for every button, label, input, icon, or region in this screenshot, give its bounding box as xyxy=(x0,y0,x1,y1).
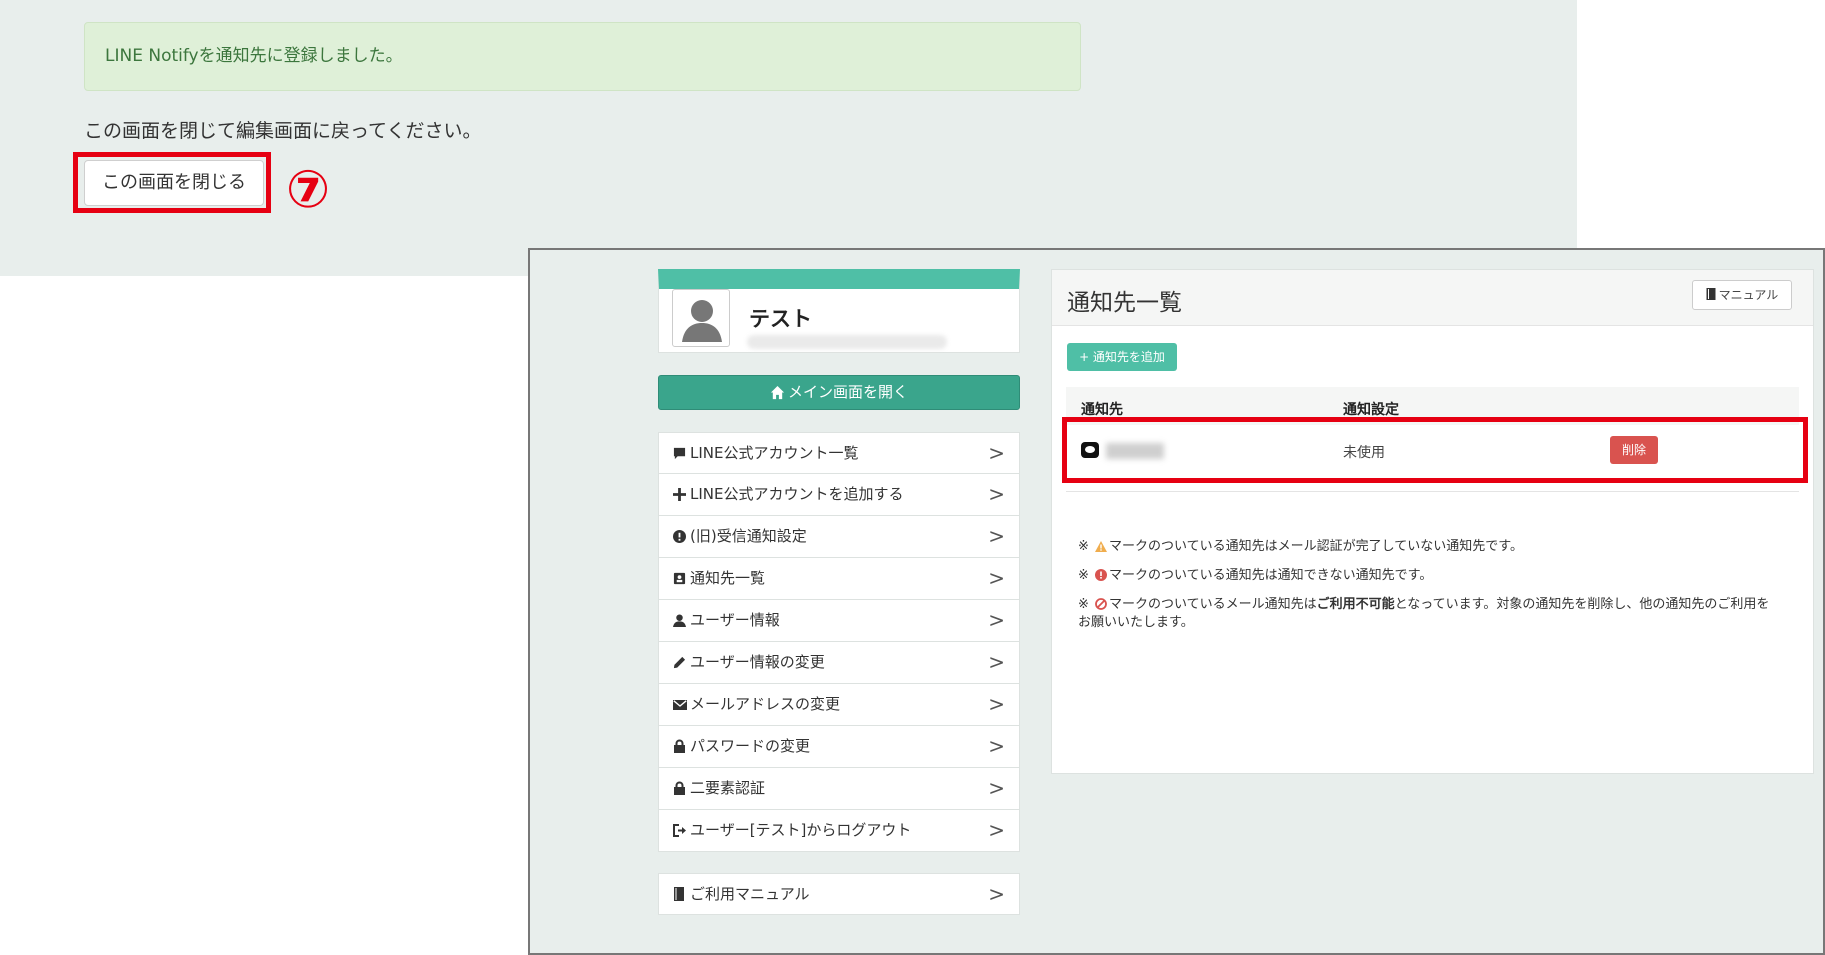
lock-icon xyxy=(673,728,690,769)
menu-item-label: 二要素認証 xyxy=(690,779,766,797)
menu-item-label: メールアドレスの変更 xyxy=(690,695,841,713)
success-alert: LINE Notifyを通知先に登録しました。 xyxy=(84,22,1081,91)
address-card-icon xyxy=(673,560,690,601)
note-unverified: ※ マークのついている通知先はメール認証が完了していない通知先です。 xyxy=(1078,539,1523,554)
chevron-right-icon: > xyxy=(988,566,1005,590)
menu-item-label: LINE公式アカウント一覧 xyxy=(690,444,859,462)
step-marker: ⑦ xyxy=(286,160,331,220)
sidebar-menu: LINE公式アカウント一覧 > LINE公式アカウントを追加する > (旧)受信通知… xyxy=(658,432,1020,852)
panel-header: 通知先一覧 マニュアル xyxy=(1052,270,1813,326)
chat-icon xyxy=(673,435,690,476)
registration-complete-panel: LINE Notifyを通知先に登録しました。 この画面を閉じて編集画面に戻って… xyxy=(0,0,1577,276)
pencil-icon xyxy=(673,644,690,685)
logout-icon xyxy=(673,812,690,853)
chevron-right-icon: > xyxy=(988,776,1005,800)
profile-card: テスト xyxy=(658,269,1020,353)
note-unavailable: ※ マークのついているメール通知先はご利用不可能となっています。対象の通知先を削… xyxy=(1078,597,1770,630)
column-header-destination: 通知先 xyxy=(1081,402,1123,418)
chevron-right-icon: > xyxy=(988,482,1005,506)
profile-id-blurred xyxy=(747,335,947,349)
add-notification-button[interactable]: + 通知先を追加 xyxy=(1067,343,1177,371)
user-avatar-icon xyxy=(682,300,722,342)
envelope-icon xyxy=(673,686,690,727)
user-manual-link[interactable]: ご利用マニュアル > xyxy=(658,873,1020,915)
chevron-right-icon: > xyxy=(988,692,1005,716)
menu-item-line-accounts[interactable]: LINE公式アカウント一覧 > xyxy=(658,432,1020,474)
menu-item-add-line-account[interactable]: LINE公式アカウントを追加する > xyxy=(658,474,1020,516)
manual-button-label: マニュアル xyxy=(1718,288,1779,302)
menu-item-label: パスワードの変更 xyxy=(690,737,811,755)
notes: ※ マークのついている通知先はメール認証が完了していない通知先です。 ※ マーク… xyxy=(1078,538,1778,643)
avatar xyxy=(672,289,730,347)
manual-button[interactable]: マニュアル xyxy=(1692,280,1792,310)
home-icon xyxy=(770,385,785,400)
menu-item-label: ユーザー情報の変更 xyxy=(690,653,825,671)
notification-list-panel: 通知先一覧 マニュアル + 通知先を追加 通知先 通知設定 未使用 削除 ※ マ… xyxy=(1051,269,1814,774)
chevron-right-icon: > xyxy=(988,441,1005,465)
close-window-button[interactable]: この画面を閉じる xyxy=(84,160,264,206)
lock-icon xyxy=(673,770,690,811)
chevron-right-icon: > xyxy=(988,608,1005,632)
menu-item-change-email[interactable]: メールアドレスの変更 > xyxy=(658,684,1020,726)
menu-item-label: LINE公式アカウントを追加する xyxy=(690,485,904,503)
note-unreachable: ※ マークのついている通知先は通知できない通知先です。 xyxy=(1078,568,1433,583)
open-main-screen-button[interactable]: メイン画面を開く xyxy=(658,375,1020,410)
table-divider xyxy=(1066,491,1799,492)
warning-triangle-icon xyxy=(1095,541,1108,552)
instruction-text: この画面を閉じて編集画面に戻ってください。 xyxy=(84,120,482,142)
profile-name: テスト xyxy=(749,307,812,331)
highlight-frame-row xyxy=(1062,417,1808,483)
menu-item-notification-list[interactable]: 通知先一覧 > xyxy=(658,558,1020,600)
book-icon xyxy=(673,876,690,916)
chevron-right-icon: > xyxy=(988,818,1005,842)
menu-item-edit-user-info[interactable]: ユーザー情報の変更 > xyxy=(658,642,1020,684)
alert-circle-icon xyxy=(673,518,690,559)
error-circle-icon xyxy=(1095,569,1108,581)
plus-icon xyxy=(673,476,690,517)
menu-item-two-factor-auth[interactable]: 二要素認証 > xyxy=(658,768,1020,810)
chevron-right-icon: > xyxy=(988,882,1005,906)
chevron-right-icon: > xyxy=(988,524,1005,548)
user-manual-label: ご利用マニュアル xyxy=(690,885,810,903)
user-icon xyxy=(673,602,690,643)
menu-item-label: (旧)受信通知設定 xyxy=(690,527,807,545)
open-main-screen-label: メイン画面を開く xyxy=(787,383,908,401)
menu-item-label: ユーザー[テスト]からログアウト xyxy=(690,821,912,839)
menu-item-user-info[interactable]: ユーザー情報 > xyxy=(658,600,1020,642)
page-title: 通知先一覧 xyxy=(1067,290,1182,316)
notification-list-screen: テスト メイン画面を開く LINE公式アカウント一覧 > LINE公式アカウントを… xyxy=(528,248,1825,955)
menu-item-change-password[interactable]: パスワードの変更 > xyxy=(658,726,1020,768)
column-header-setting: 通知設定 xyxy=(1343,402,1399,418)
menu-item-label: ユーザー情報 xyxy=(690,611,780,629)
chevron-right-icon: > xyxy=(988,650,1005,674)
prohibited-icon xyxy=(1095,598,1107,610)
menu-item-old-receive-settings[interactable]: (旧)受信通知設定 > xyxy=(658,516,1020,558)
menu-item-label: 通知先一覧 xyxy=(690,569,766,587)
chevron-right-icon: > xyxy=(988,734,1005,758)
book-icon xyxy=(1706,288,1716,300)
menu-item-logout[interactable]: ユーザー[テスト]からログアウト > xyxy=(658,810,1020,852)
